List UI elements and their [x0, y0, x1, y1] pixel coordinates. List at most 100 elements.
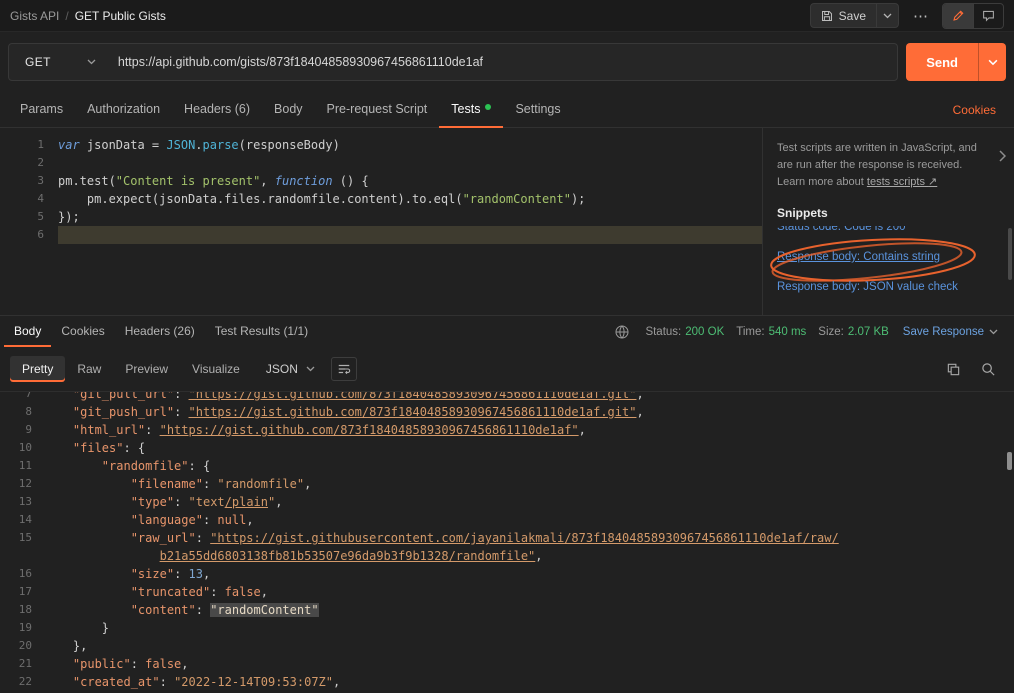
- cookies-link[interactable]: Cookies: [953, 103, 1006, 117]
- line-number: 13: [18, 495, 32, 508]
- tests-script-editor[interactable]: 1 var jsonData = JSON.parse(responseBody)…: [0, 128, 762, 315]
- search-icon: [981, 362, 996, 377]
- code-line: 10 "files": {: [0, 439, 1014, 457]
- view-preview-button[interactable]: Preview: [113, 356, 180, 382]
- json-link[interactable]: "https://gist.github.com/873f18404858930…: [189, 405, 637, 419]
- code-content: "created_at": "2022-12-14T09:53:07Z",: [44, 673, 1014, 691]
- code-token: "Content is present": [115, 174, 261, 188]
- code-line: 8 "git_push_url": "https://gist.github.c…: [0, 403, 1014, 421]
- line-number: 1: [37, 138, 44, 151]
- tab-headers[interactable]: Headers (6): [172, 92, 262, 128]
- response-tab-body[interactable]: Body: [4, 316, 51, 347]
- code-line: 22 "created_at": "2022-12-14T09:53:07Z",: [0, 673, 1014, 691]
- chevron-right-icon[interactable]: [999, 150, 1007, 168]
- response-body-toolbar: Pretty Raw Preview Visualize JSON: [0, 347, 1014, 392]
- code-token: "randomfile": [101, 459, 189, 473]
- tab-params[interactable]: Params: [8, 92, 75, 128]
- code-token: :: [159, 675, 175, 689]
- response-body[interactable]: 7 "git_pull_url": "https://gist.github.c…: [0, 392, 1014, 693]
- save-dropdown-button[interactable]: [876, 4, 898, 27]
- code-content: "git_push_url": "https://gist.github.com…: [44, 403, 1014, 421]
- snippets-scrollbar-thumb[interactable]: [1008, 228, 1012, 280]
- save-icon: [821, 10, 833, 22]
- save-button[interactable]: Save: [811, 4, 876, 27]
- code-token: "html_url": [72, 423, 146, 437]
- snippet-label: Response body: JSON value check: [777, 281, 958, 293]
- wrap-lines-icon: [337, 362, 351, 376]
- code-token: "language": [130, 513, 203, 527]
- code-content: "files": {: [44, 439, 1014, 457]
- json-link[interactable]: /plain: [225, 495, 268, 509]
- snippet-status-code[interactable]: Status code: Code is 200: [777, 226, 988, 236]
- code-token: "git_pull_url": [72, 392, 175, 401]
- line-number: 22: [18, 675, 32, 688]
- code-token: "content": [130, 603, 196, 617]
- code-content: "type": "text/plain",: [44, 493, 1014, 511]
- json-link[interactable]: b21a55dd6803138fb81b53507e96da9b3f9b1328…: [160, 549, 536, 563]
- status-label: Status:: [645, 325, 682, 338]
- code-token: :: [174, 567, 189, 581]
- json-link[interactable]: "https://gist.github.com/873f18404858930…: [160, 423, 579, 437]
- snippet-response-contains-string[interactable]: Response body: Contains string: [770, 238, 988, 282]
- save-response-button[interactable]: Save Response: [903, 326, 998, 338]
- code-token: "filename": [130, 477, 203, 491]
- tab-pre-request-script[interactable]: Pre-request Script: [315, 92, 440, 128]
- code-token: jsonData =: [79, 138, 167, 152]
- response-tab-test-results[interactable]: Test Results (1/1): [205, 316, 318, 347]
- code-token: 13: [188, 567, 203, 581]
- tab-tests[interactable]: Tests: [439, 92, 503, 128]
- method-selector[interactable]: GET: [9, 44, 110, 80]
- code-token: false: [145, 657, 182, 671]
- line-wrap-toggle[interactable]: [330, 357, 357, 381]
- code-token: ,: [333, 675, 341, 689]
- line-number: 14: [18, 513, 32, 526]
- copy-button[interactable]: [946, 362, 961, 377]
- tab-settings[interactable]: Settings: [503, 92, 572, 128]
- tab-body[interactable]: Body: [262, 92, 315, 128]
- view-pretty-button[interactable]: Pretty: [10, 356, 66, 382]
- code-content: "html_url": "https://gist.github.com/873…: [44, 421, 1014, 439]
- response-scrollbar-thumb[interactable]: [1007, 452, 1012, 470]
- search-button[interactable]: [981, 362, 996, 377]
- line-number: 20: [18, 639, 32, 652]
- network-globe-icon[interactable]: [615, 325, 629, 339]
- send-dropdown-button[interactable]: [978, 43, 1006, 81]
- breadcrumb-collection[interactable]: Gists API: [10, 9, 59, 23]
- view-raw-button[interactable]: Raw: [65, 356, 113, 382]
- code-token: ,: [181, 657, 189, 671]
- json-link[interactable]: "https://gist.githubusercontent.com/jaya…: [210, 531, 839, 545]
- send-button[interactable]: Send: [906, 43, 978, 81]
- more-options-button[interactable]: ⋯: [909, 7, 932, 25]
- code-line: 13 "type": "text/plain",: [0, 493, 1014, 511]
- url-input[interactable]: [109, 55, 898, 69]
- save-button-group: Save: [809, 3, 899, 28]
- comment-button[interactable]: [973, 3, 1003, 28]
- view-visualize-button[interactable]: Visualize: [180, 356, 252, 382]
- code-token: });: [58, 210, 80, 224]
- code-token: ,: [246, 513, 254, 527]
- code-token: :: [195, 531, 211, 545]
- response-tab-headers[interactable]: Headers (26): [115, 316, 205, 347]
- code-token: );: [570, 192, 586, 206]
- code-token: :: [174, 495, 189, 509]
- method-label: GET: [25, 55, 51, 69]
- tests-scripts-link[interactable]: tests scripts ↗: [867, 176, 937, 188]
- edit-button[interactable]: [943, 3, 973, 28]
- code-token: "truncated": [130, 585, 211, 599]
- breadcrumb: Gists API / GET Public Gists: [10, 9, 166, 23]
- format-dropdown[interactable]: JSON: [266, 362, 315, 376]
- send-button-group: Send: [906, 43, 1006, 81]
- response-tab-cookies[interactable]: Cookies: [51, 316, 114, 347]
- size-value: 2.07 KB: [847, 325, 889, 338]
- save-response-label: Save Response: [902, 325, 984, 338]
- link-label: tests scripts: [866, 176, 925, 188]
- code-content: },: [44, 637, 1014, 655]
- snippet-json-value-check[interactable]: Response body: JSON value check: [777, 279, 988, 296]
- code-token: ,: [535, 549, 543, 563]
- tab-authorization[interactable]: Authorization: [75, 92, 172, 128]
- json-link[interactable]: "https://gist.github.com/873f18404858930…: [189, 392, 637, 401]
